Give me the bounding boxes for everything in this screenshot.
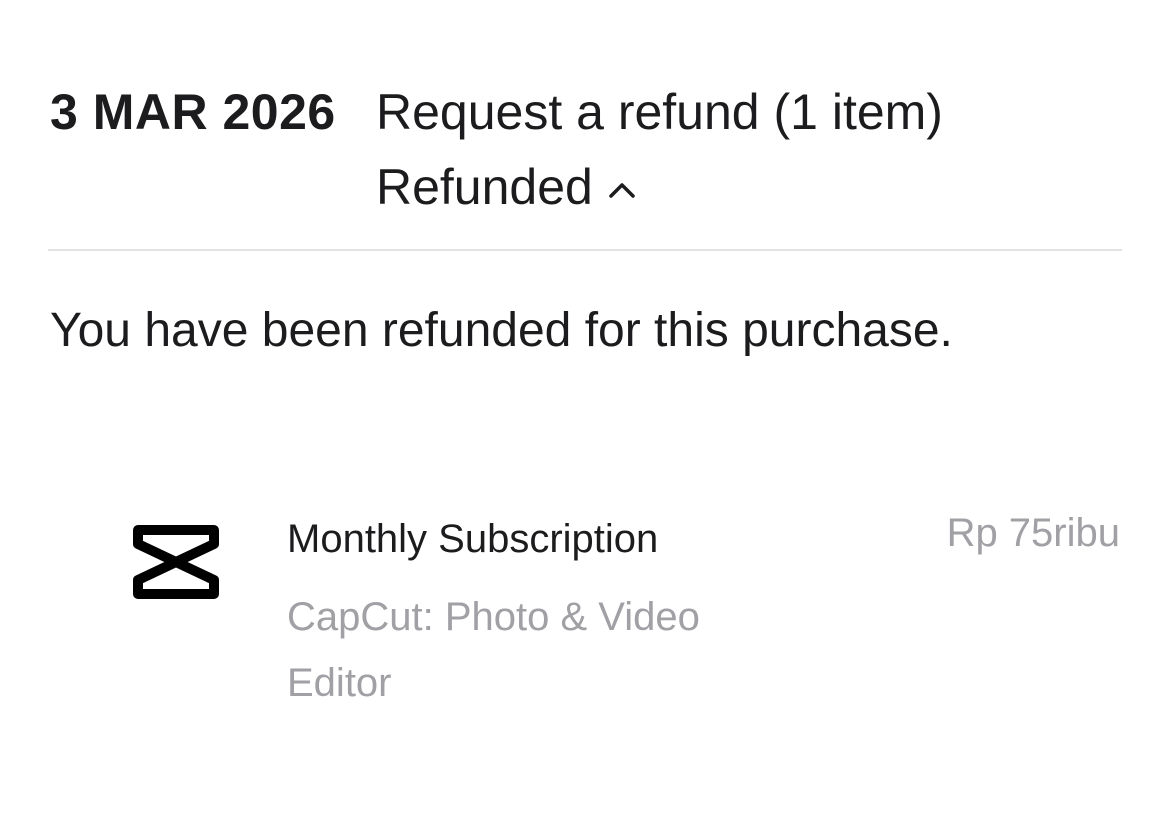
- subscription-name: Monthly Subscription: [287, 517, 659, 561]
- app-name: CapCut: Photo & Video Editor: [287, 595, 700, 705]
- capcut-logo-icon: [128, 520, 224, 604]
- purchase-item-row[interactable]: Monthly Subscription CapCut: Photo & Vid…: [0, 500, 1170, 730]
- purchase-date: 3 MAR 2026: [50, 84, 336, 140]
- refund-request-title: Request a refund (1 item): [376, 84, 943, 140]
- refund-status-label: Refunded: [376, 159, 593, 215]
- chevron-up-icon: [607, 180, 637, 200]
- refund-status-toggle[interactable]: Refunded: [376, 155, 637, 219]
- section-divider: [48, 249, 1122, 251]
- item-price: Rp 75ribu: [946, 511, 1120, 555]
- refund-message: You have been refunded for this purchase…: [50, 304, 953, 357]
